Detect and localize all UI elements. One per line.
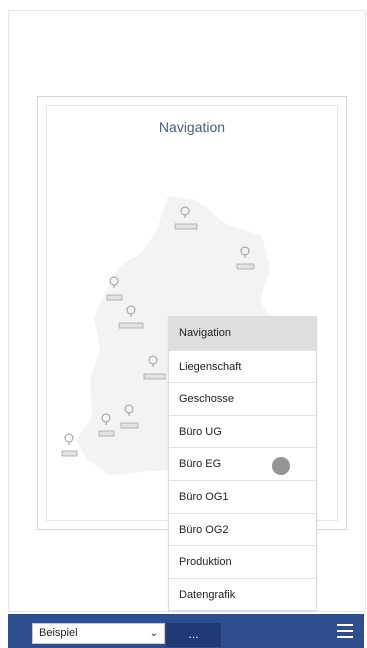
bottom-toolbar: Beispiel ⌄ ...	[8, 614, 364, 648]
select-value: Beispiel	[39, 627, 78, 639]
example-select[interactable]: Beispiel ⌄	[32, 623, 165, 644]
menu-item-buero-ug[interactable]: Büro UG	[169, 414, 316, 448]
menu-item-buero-og2[interactable]: Büro OG2	[169, 512, 316, 546]
hamburger-icon[interactable]	[337, 623, 353, 639]
map-label-box	[120, 422, 139, 429]
more-button[interactable]: ...	[166, 623, 221, 647]
pointer-cursor	[272, 457, 290, 475]
map-label-box	[61, 450, 78, 457]
chevron-down-icon: ⌄	[149, 628, 158, 639]
menu-item-navigation[interactable]: Navigation	[169, 317, 316, 350]
menu-item-geschosse[interactable]: Geschosse	[169, 382, 316, 415]
map-label-box	[118, 322, 144, 329]
map-label-box	[236, 263, 255, 270]
map-label-box	[98, 430, 115, 437]
map-label-box	[106, 294, 123, 301]
menu-item-buero-og1[interactable]: Büro OG1	[169, 479, 316, 513]
menu-item-datengrafik[interactable]: Datengrafik	[169, 577, 316, 611]
map-pin-icon	[64, 433, 74, 445]
map-label-box	[174, 223, 198, 230]
menu-item-liegenschaft[interactable]: Liegenschaft	[169, 349, 316, 383]
menu-item-buero-eg[interactable]: Büro EG	[169, 447, 316, 480]
navigation-menu: Navigation Liegenschaft Geschosse Büro U…	[168, 316, 317, 612]
map-label-box	[143, 373, 166, 380]
menu-item-produktion[interactable]: Produktion	[169, 545, 316, 578]
